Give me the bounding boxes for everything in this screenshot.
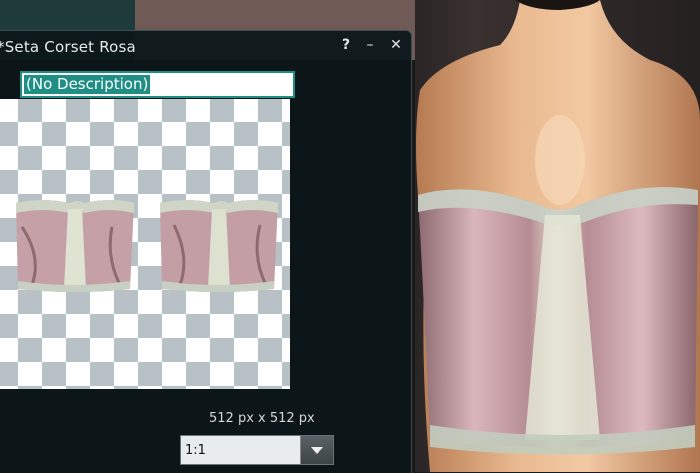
texture-preview [0,99,290,389]
title-bar[interactable]: *Seta Corset Rosa ? – ✕ [0,31,411,61]
close-icon[interactable]: ✕ [388,37,404,53]
texture-preview-floater[interactable]: *Seta Corset Rosa ? – ✕ (No Description)… [0,30,412,473]
description-text: (No Description) [24,75,151,94]
garment-texture-right [160,200,278,292]
garment-texture-left [16,200,134,292]
aspect-ratio-combo[interactable]: 1:1 [180,435,334,465]
window-title: *Seta Corset Rosa [0,38,136,56]
help-icon[interactable]: ? [338,37,354,53]
aspect-ratio-value: 1:1 [185,443,206,458]
minimize-icon[interactable]: – [362,37,378,53]
texture-dimensions: 512 px x 512 px [209,411,315,426]
description-field[interactable]: (No Description) [20,71,295,98]
chevron-down-icon[interactable] [300,436,333,464]
